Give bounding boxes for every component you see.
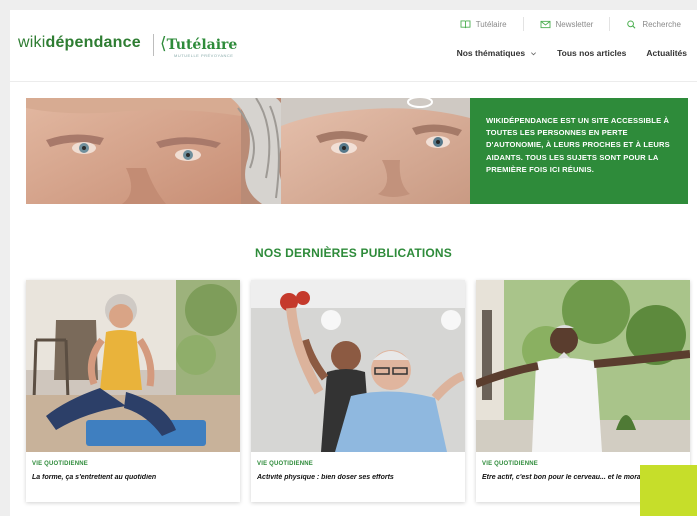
partner-logo-mark: ⟨ (160, 34, 167, 54)
utility-link-tutelaire[interactable]: Tutélaire (444, 17, 523, 31)
book-icon (460, 19, 471, 29)
nav-item-actualites[interactable]: Actualités (636, 48, 697, 58)
card-category: VIE QUOTIDIENNE (32, 461, 89, 467)
mail-icon (540, 20, 551, 29)
nav-item-articles[interactable]: Tous nos articles (547, 48, 636, 58)
hero-image (26, 98, 470, 204)
card-image (26, 280, 240, 452)
search-icon (626, 19, 637, 29)
utility-label: Newsletter (555, 19, 594, 29)
hero-text: WIKIDÉPENDANCE EST UN SITE ACCESSIBLE À … (470, 98, 688, 204)
nav-label: Tous nos articles (557, 48, 627, 58)
partner-logo[interactable]: ⟨Tutélaire MUTUELLE PRÉVOYANCE (160, 34, 238, 58)
publication-card[interactable]: VIE QUOTIDIENNE Activité physique : bien… (251, 280, 465, 502)
publication-card[interactable]: VIE QUOTIDIENNE La forme, ça s'entretien… (26, 280, 240, 502)
logo-dependance-text: dépendance (45, 34, 141, 51)
section-title: NOS DERNIÈRES PUBLICATIONS (255, 246, 452, 260)
publications-list: VIE QUOTIDIENNE La forme, ça s'entretien… (26, 280, 690, 516)
page: wikidépendance ⟨Tutélaire MUTUELLE PRÉVO… (10, 10, 697, 516)
site-logo[interactable]: wikidépendance (18, 34, 141, 52)
card-image (251, 280, 465, 452)
card-title[interactable]: La forme, ça s'entretient au quotidien (32, 474, 236, 481)
card-category: VIE QUOTIDIENNE (482, 461, 539, 467)
nav-label: Actualités (646, 48, 687, 58)
site-header: wikidépendance ⟨Tutélaire MUTUELLE PRÉVO… (10, 10, 697, 82)
card-image (476, 280, 690, 452)
card-category: VIE QUOTIDIENNE (257, 461, 314, 467)
nav-label: Nos thématiques (456, 48, 526, 58)
utility-label: Tutélaire (475, 19, 507, 29)
utility-link-newsletter[interactable]: Newsletter (522, 17, 610, 31)
accent-corner-block (640, 465, 697, 516)
utility-bar: Tutélaire Newsletter Recherche (444, 16, 697, 32)
main-nav: Nos thématiques Tous nos articles Actual… (447, 48, 697, 58)
hero-banner: WIKIDÉPENDANCE EST UN SITE ACCESSIBLE À … (26, 98, 688, 204)
logo-divider (153, 34, 154, 56)
partner-logo-name: Tutélaire (166, 37, 238, 53)
utility-label: Recherche (642, 19, 681, 29)
utility-link-search[interactable]: Recherche (609, 17, 697, 31)
card-title[interactable]: Activité physique : bien doser ses effor… (257, 474, 461, 481)
logo-wiki-text: wiki (18, 34, 46, 51)
nav-item-thematiques[interactable]: Nos thématiques (447, 48, 548, 58)
partner-logo-subtitle: MUTUELLE PRÉVOYANCE (174, 53, 234, 58)
chevron-down-icon (530, 50, 537, 57)
